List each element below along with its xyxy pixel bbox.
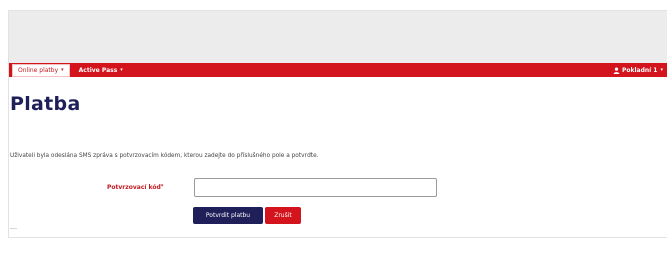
menu-active-pass-label: Active Pass (78, 66, 118, 74)
chevron-down-icon: ▾ (120, 67, 123, 73)
menu-online-platby[interactable]: Online platby ▾ (12, 63, 70, 77)
sms-info-text: Uživateli byla odeslána SMS zpráva s pot… (10, 153, 319, 159)
menu-online-platby-label: Online platby (18, 66, 59, 74)
navbar: Online platby ▾ Active Pass ▾ Pokladní 1… (9, 63, 667, 77)
cancel-button[interactable]: Zrušit (265, 207, 301, 224)
confirmation-code-input[interactable] (194, 178, 437, 197)
confirm-payment-button[interactable]: Potvrdit platbu (193, 207, 263, 224)
code-label: Potvrzovací kód* (107, 184, 163, 191)
top-banner (9, 11, 667, 63)
user-menu[interactable]: Pokladní 1 ▾ (613, 67, 663, 74)
page-title: Platba (10, 93, 81, 115)
user-icon (613, 66, 620, 74)
divider-mark (10, 228, 17, 229)
required-mark: * (160, 184, 164, 190)
code-label-text: Potvrzovací kód (107, 184, 161, 191)
menu-active-pass[interactable]: Active Pass ▾ (79, 67, 123, 74)
chevron-down-icon: ▾ (61, 67, 64, 73)
user-menu-label: Pokladní 1 (621, 66, 658, 74)
chevron-down-icon: ▾ (660, 67, 663, 73)
app-frame: Online platby ▾ Active Pass ▾ Pokladní 1… (8, 10, 667, 238)
